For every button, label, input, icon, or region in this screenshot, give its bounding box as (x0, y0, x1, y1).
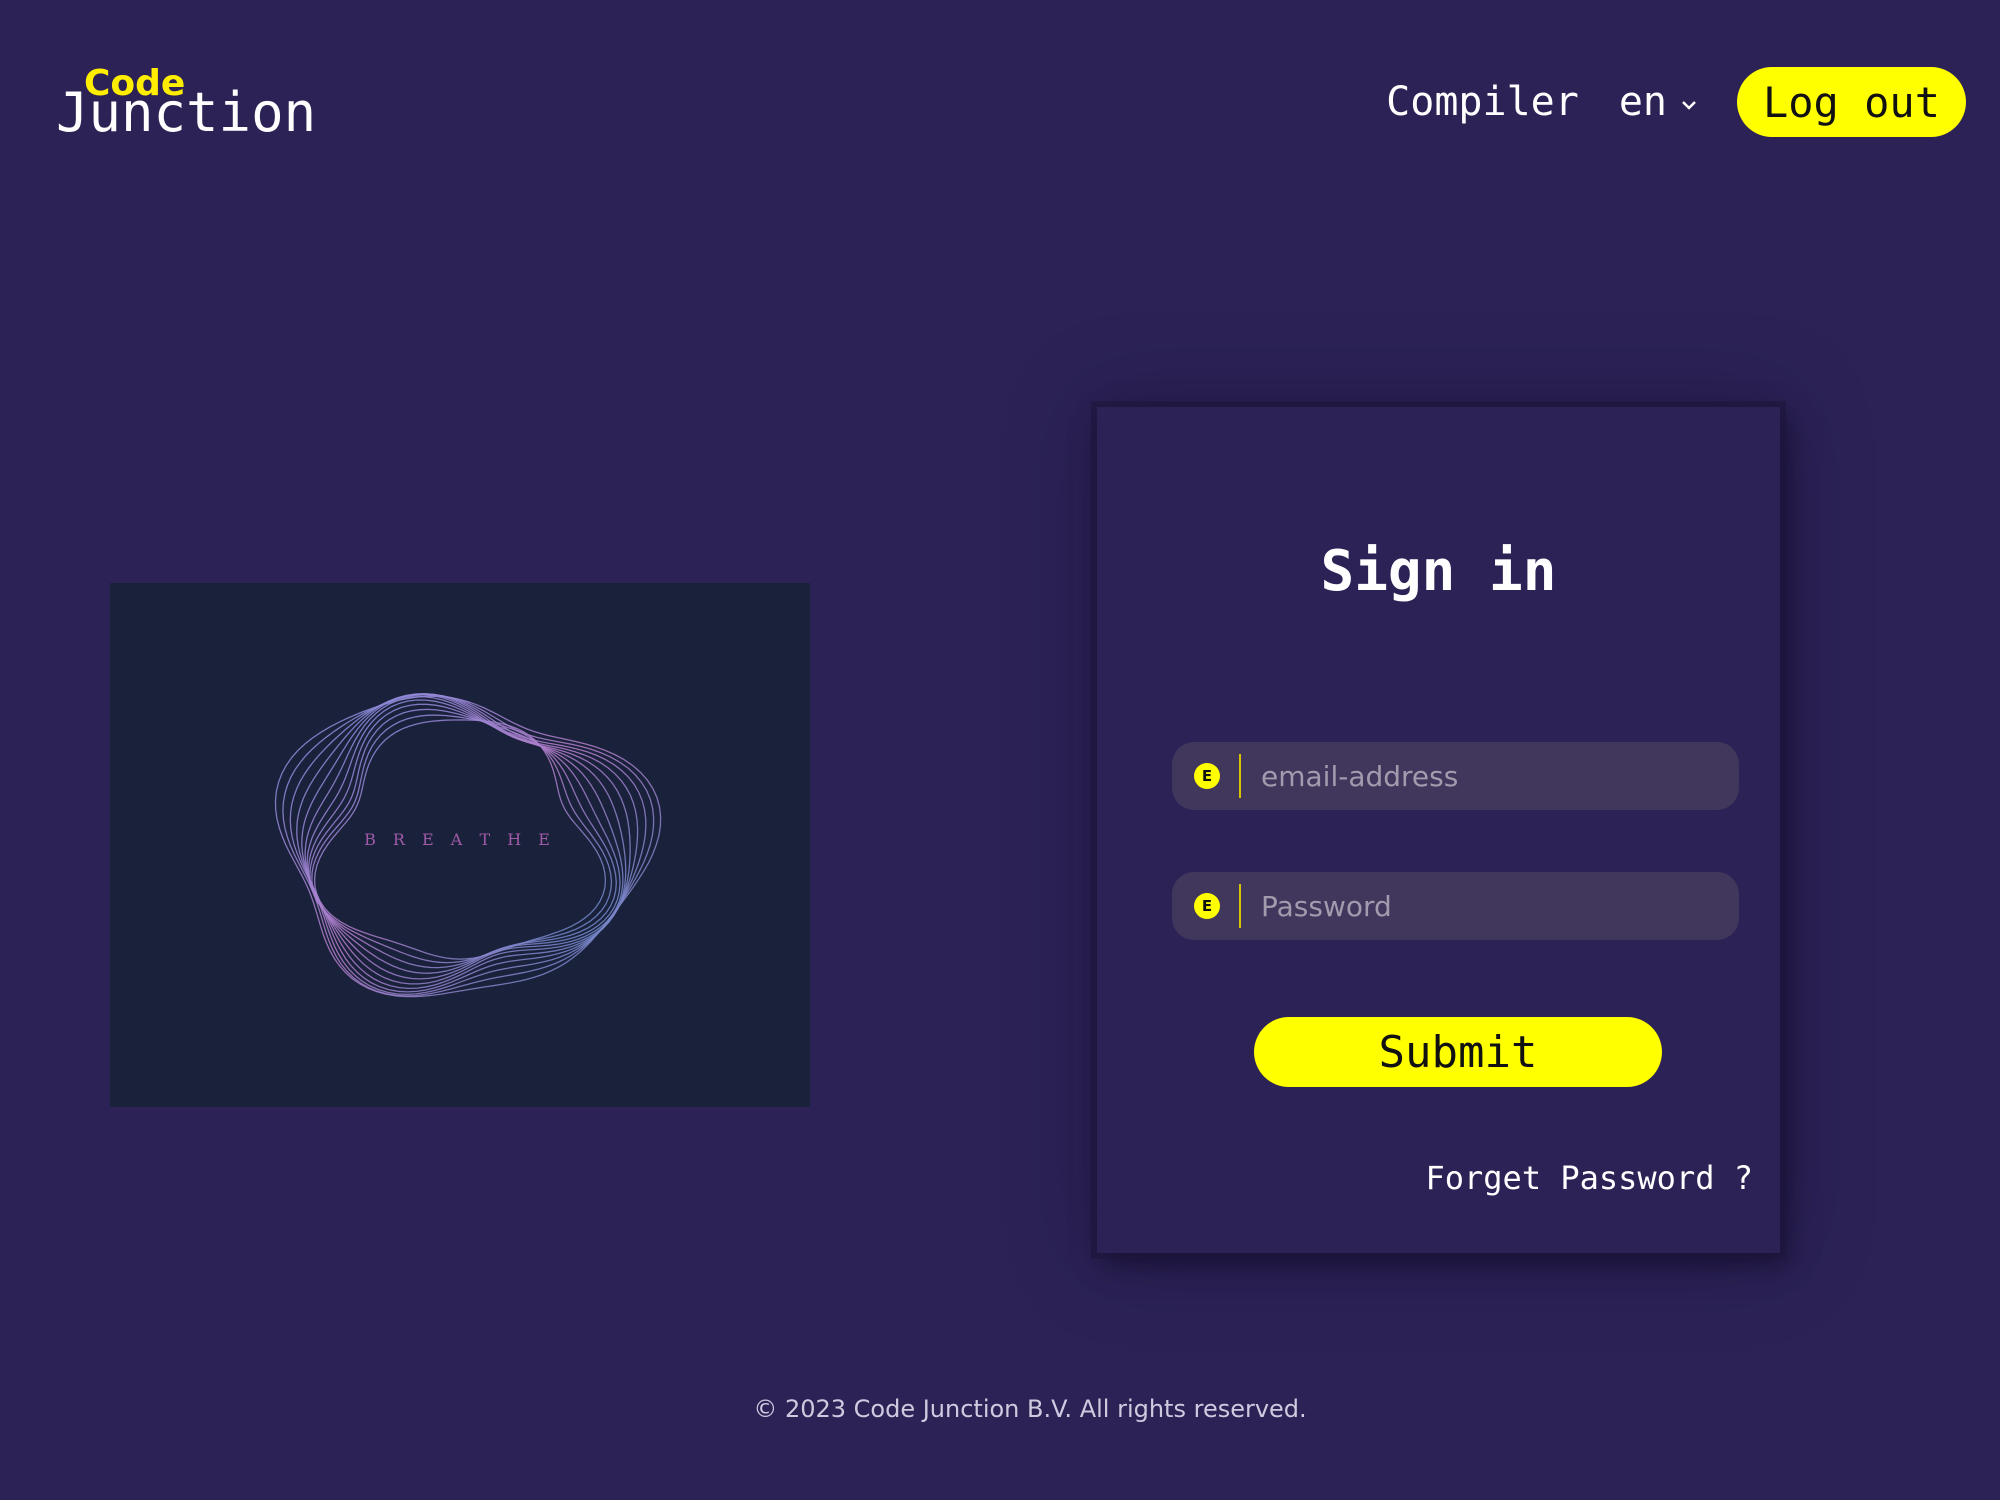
logo-junction-text: Junction (56, 81, 317, 144)
password-field: E (1172, 872, 1739, 940)
password-icon: E (1194, 893, 1220, 919)
nav-compiler-link[interactable]: Compiler (1386, 79, 1579, 125)
signin-card: Sign in E E Submit Forget Password ? (1097, 407, 1780, 1253)
logout-button[interactable]: Log out (1736, 67, 1966, 137)
email-field: E (1172, 742, 1739, 810)
footer-copyright: © 2023 Code Junction B.V. All rights res… (753, 1395, 1307, 1423)
top-nav: Compiler en Log out (1386, 66, 1966, 138)
breathe-rings: B R E A T H E (274, 693, 662, 998)
forgot-password-link[interactable]: Forget Password ? (1425, 1159, 1753, 1197)
password-input[interactable] (1241, 872, 1739, 940)
breathe-illustration: B R E A T H E (110, 583, 810, 1107)
signin-title: Sign in (1320, 539, 1557, 604)
language-select[interactable]: en (1619, 79, 1697, 125)
submit-button[interactable]: Submit (1254, 1017, 1662, 1087)
chevron-down-icon (1681, 88, 1697, 116)
breathe-text: B R E A T H E (364, 830, 556, 849)
email-icon: E (1194, 763, 1220, 789)
email-input[interactable] (1241, 742, 1739, 810)
language-value: en (1618, 79, 1667, 125)
logo[interactable]: Code Junction (56, 62, 316, 142)
